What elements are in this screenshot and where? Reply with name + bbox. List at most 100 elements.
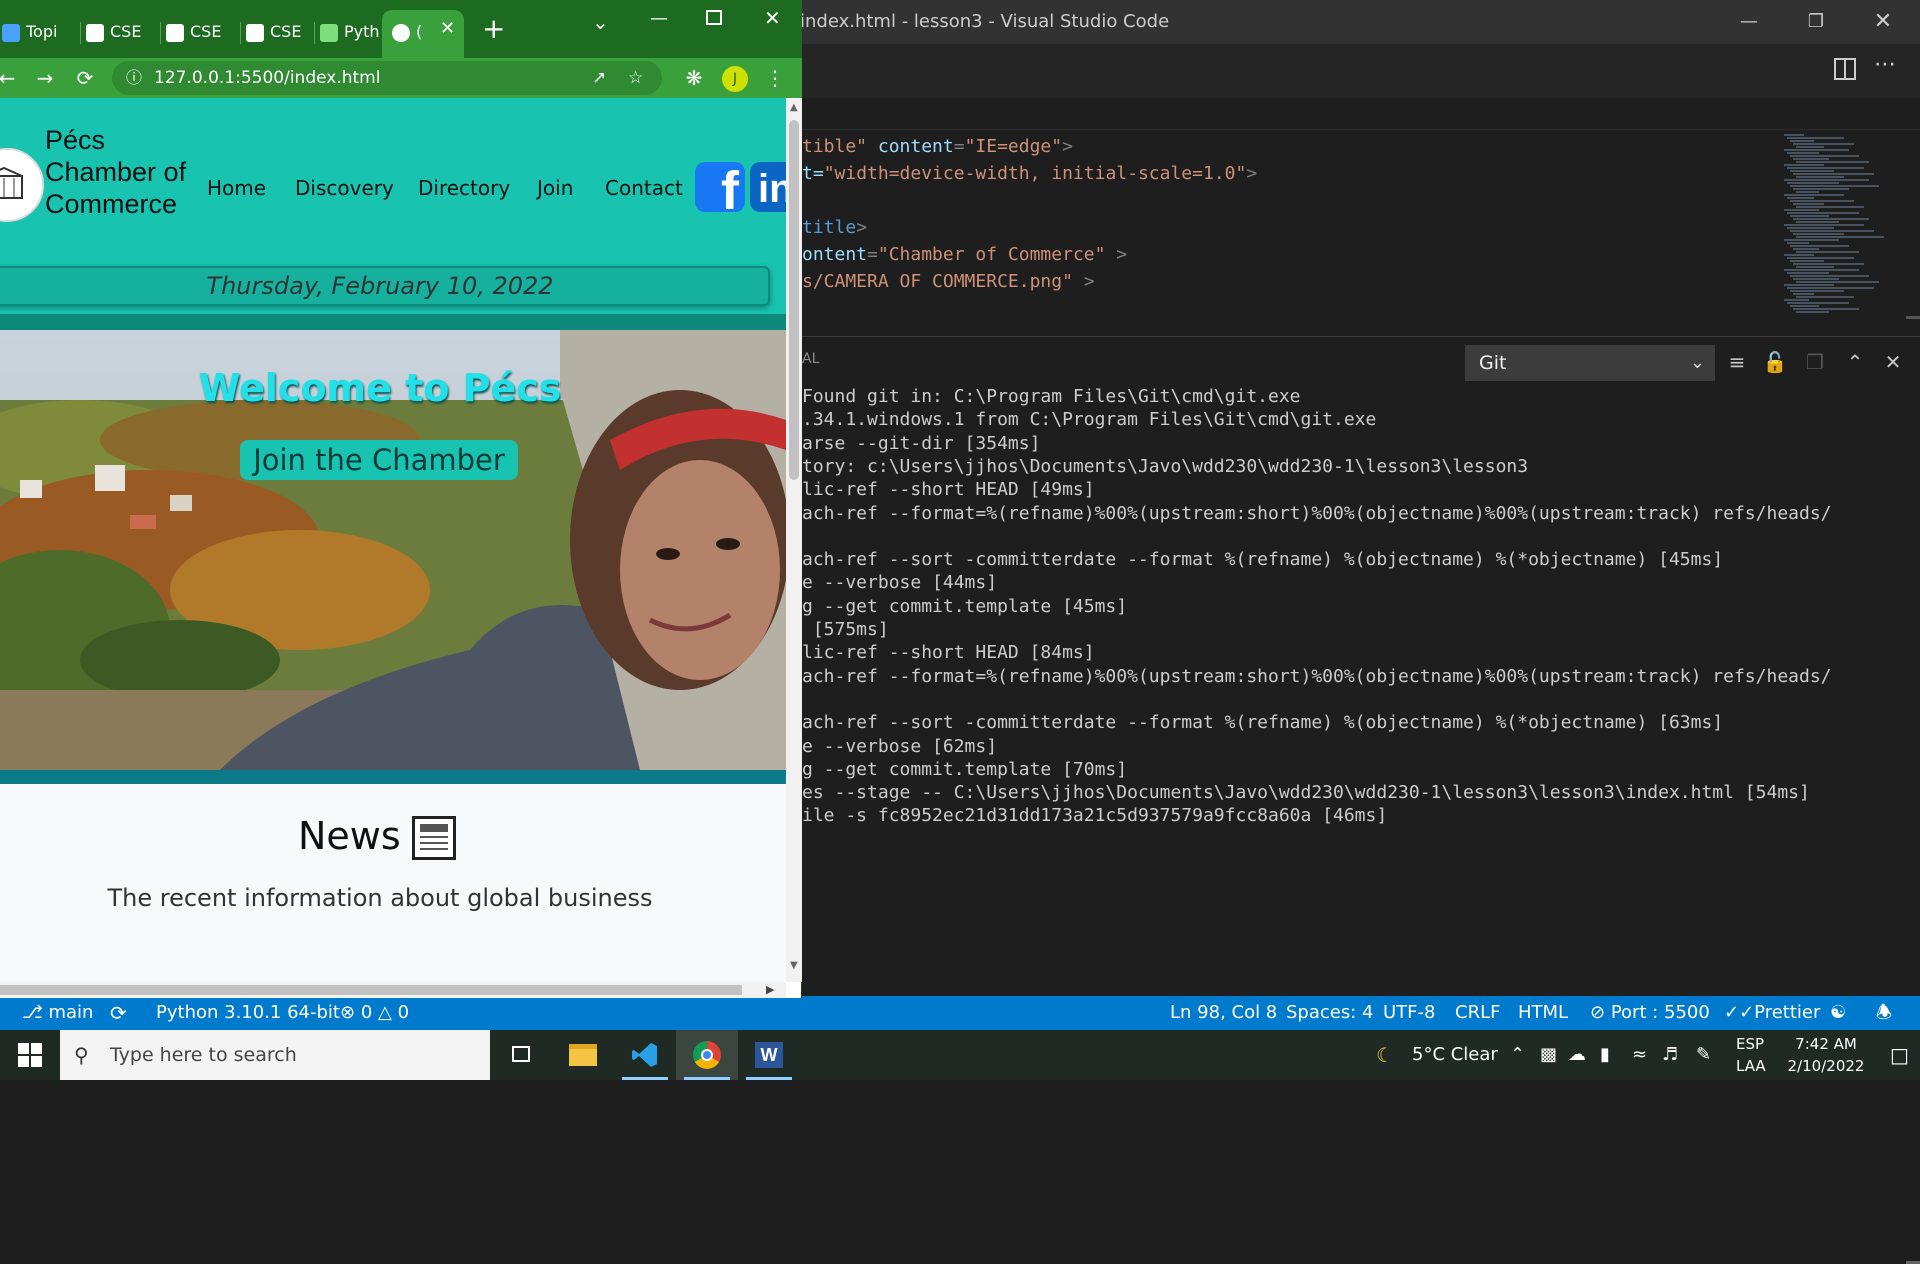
show-hidden-icons-icon[interactable]: ⌃ xyxy=(1510,1030,1525,1080)
weather-moon-icon[interactable]: ☾ xyxy=(1376,1030,1394,1080)
nav-discovery[interactable]: Discovery xyxy=(295,176,394,200)
browser-tab[interactable]: ( xyxy=(392,14,432,50)
code-line[interactable]: title> xyxy=(802,214,867,242)
code-line[interactable]: s/CAMERA OF COMMERCE.png" > xyxy=(802,268,1095,296)
live-server-status[interactable]: ⊘ Port : 5500 xyxy=(1590,996,1710,1030)
pen-icon[interactable]: ✎ xyxy=(1696,1030,1711,1080)
minimap[interactable] xyxy=(1778,130,1906,334)
nav-home[interactable]: Home xyxy=(207,176,266,200)
output-channel-select[interactable]: Git ⌄ xyxy=(1465,345,1715,381)
minimize-icon[interactable]: — xyxy=(1716,0,1782,44)
minimap-line xyxy=(1790,275,1869,277)
join-chamber-button[interactable]: Join the Chamber xyxy=(240,440,518,480)
editor-scrollbar[interactable] xyxy=(1906,130,1920,334)
keyboard-layout[interactable]: LAA xyxy=(1736,1041,1766,1091)
meet-now-icon[interactable]: ▩ xyxy=(1540,1030,1557,1080)
word-wrap-icon[interactable]: ≡ xyxy=(1722,347,1752,377)
maximize-panel-icon[interactable]: ⌃ xyxy=(1840,347,1870,377)
reload-icon[interactable]: ⟳ xyxy=(68,58,102,98)
code-line[interactable]: tible" content="IE=edge"> xyxy=(802,133,1073,161)
scroll-right-icon[interactable]: ▶ xyxy=(766,983,774,996)
clear-output-icon[interactable]: ❐ xyxy=(1800,347,1830,377)
weather-text[interactable]: 5°C Clear xyxy=(1412,1030,1498,1080)
code-line[interactable]: ontent="Chamber of Commerce" > xyxy=(802,241,1127,269)
globe-icon xyxy=(392,23,410,42)
info-icon[interactable]: ⓘ xyxy=(126,61,142,95)
nav-join[interactable]: Join xyxy=(537,176,573,200)
minimap-line xyxy=(1790,230,1874,232)
code-editor[interactable]: tible" content="IE=edge"> t="width=device… xyxy=(802,130,1778,334)
browser-tab[interactable]: Pyth xyxy=(320,14,390,50)
page-horizontal-scrollbar[interactable]: ▶ xyxy=(0,982,786,998)
minimap-line xyxy=(1796,236,1884,238)
facebook-icon[interactable]: f xyxy=(695,162,745,212)
wifi-icon[interactable]: ≈ xyxy=(1632,1030,1647,1080)
extensions-icon[interactable]: ❋ xyxy=(677,58,711,98)
tab-search-icon[interactable]: ⌄ xyxy=(592,10,609,34)
minimap-line xyxy=(1790,305,1819,307)
address-bar[interactable]: ⓘ 127.0.0.1:5500/index.html ↗ ☆ xyxy=(112,61,662,95)
onedrive-icon[interactable]: ☁ xyxy=(1568,1030,1586,1080)
restore-icon[interactable]: ❐ xyxy=(1783,0,1849,44)
split-editor-icon[interactable] xyxy=(1834,58,1856,80)
maximize-icon[interactable] xyxy=(706,10,722,25)
minimap-line xyxy=(1787,137,1844,139)
language-mode[interactable]: HTML xyxy=(1518,996,1568,1030)
browser-tab[interactable]: CSE xyxy=(166,14,236,50)
windows-start-icon[interactable] xyxy=(18,1043,42,1067)
close-icon[interactable]: ✕ xyxy=(1850,0,1916,44)
browser-tab[interactable]: CSE xyxy=(86,14,156,50)
sync-icon[interactable]: ⟳ xyxy=(110,996,127,1030)
python-interpreter[interactable]: Python 3.10.1 64-bit xyxy=(156,996,340,1030)
code-line[interactable]: t="width=device-width, initial-scale=1.0… xyxy=(802,160,1257,188)
tab-label: Pyth xyxy=(344,22,380,41)
task-view-icon[interactable] xyxy=(490,1030,552,1080)
menu-kebab-icon[interactable]: ⋮ xyxy=(758,58,792,98)
new-tab-icon[interactable]: + xyxy=(482,14,505,44)
forward-icon[interactable]: → xyxy=(28,58,62,98)
word-taskbar-icon[interactable]: W xyxy=(738,1030,800,1080)
branch-status[interactable]: ⎇ main xyxy=(22,996,93,1030)
share-icon[interactable]: ↗ xyxy=(592,61,606,95)
no-entry-icon: ⊘ xyxy=(1590,1002,1606,1023)
panel-tab-label[interactable]: AL xyxy=(802,351,819,367)
indentation[interactable]: Spaces: 4 xyxy=(1286,996,1373,1030)
divider xyxy=(0,770,786,784)
vscode-taskbar-icon[interactable] xyxy=(614,1030,676,1080)
nav-contact[interactable]: Contact xyxy=(605,176,683,200)
linkedin-icon[interactable]: in xyxy=(750,162,786,212)
scroll-up-icon[interactable]: ▲ xyxy=(790,102,798,113)
taskbar-search[interactable]: ⚲ Type here to search xyxy=(60,1030,490,1080)
encoding[interactable]: UTF-8 xyxy=(1383,996,1435,1030)
close-panel-icon[interactable]: ✕ xyxy=(1878,347,1908,377)
search-placeholder: Type here to search xyxy=(110,1044,297,1066)
volume-icon[interactable]: ♬ xyxy=(1662,1030,1678,1080)
battery-icon[interactable]: ▮ xyxy=(1600,1030,1610,1080)
file-explorer-icon[interactable] xyxy=(552,1030,614,1080)
notifications-icon[interactable]: □ xyxy=(1890,1030,1909,1080)
profile-avatar[interactable]: J xyxy=(722,66,748,92)
line-endings[interactable]: CRLF xyxy=(1455,996,1500,1030)
problems-status[interactable]: ⊗ 0 △ 0 xyxy=(340,996,409,1030)
scroll-down-icon[interactable]: ▼ xyxy=(790,960,798,971)
lock-icon[interactable]: 🔓 xyxy=(1760,347,1790,377)
scroll-thumb[interactable] xyxy=(0,985,742,995)
bookmark-star-icon[interactable]: ☆ xyxy=(628,61,643,95)
minimize-icon[interactable]: — xyxy=(650,8,668,29)
minimap-line xyxy=(1784,299,1809,301)
scroll-thumb[interactable] xyxy=(789,120,799,480)
cursor-position[interactable]: Ln 98, Col 8 xyxy=(1170,996,1277,1030)
clock-date[interactable]: 2/10/2022 xyxy=(1776,1041,1876,1091)
chrome-taskbar-icon[interactable] xyxy=(676,1030,738,1080)
panel-scrollbar[interactable] xyxy=(1906,387,1920,1264)
back-icon[interactable]: ← xyxy=(0,58,24,98)
close-tab-icon[interactable]: ✕ xyxy=(440,18,455,39)
notification-bell-icon[interactable]: 🕭 xyxy=(1876,996,1892,1030)
browser-tab[interactable]: CSE xyxy=(246,14,316,50)
chamber-logo[interactable] xyxy=(0,148,44,222)
more-actions-icon[interactable]: ⋯ xyxy=(1874,52,1896,77)
page-vertical-scrollbar[interactable]: ▲ ▼ xyxy=(786,98,802,982)
close-icon[interactable]: ✕ xyxy=(764,6,781,30)
browser-tab[interactable]: Topi xyxy=(2,14,72,50)
nav-directory[interactable]: Directory xyxy=(418,176,510,200)
